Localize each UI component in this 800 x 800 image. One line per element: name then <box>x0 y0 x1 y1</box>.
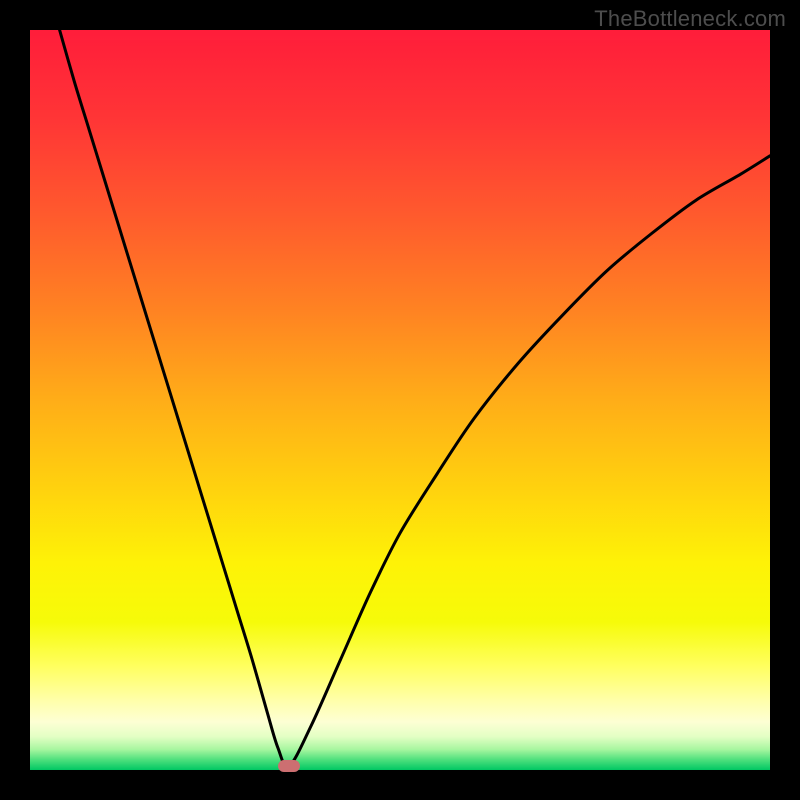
watermark-text: TheBottleneck.com <box>594 6 786 32</box>
plot-background-gradient <box>30 30 770 770</box>
plot-frame <box>30 30 770 770</box>
bottleneck-marker <box>278 760 300 772</box>
